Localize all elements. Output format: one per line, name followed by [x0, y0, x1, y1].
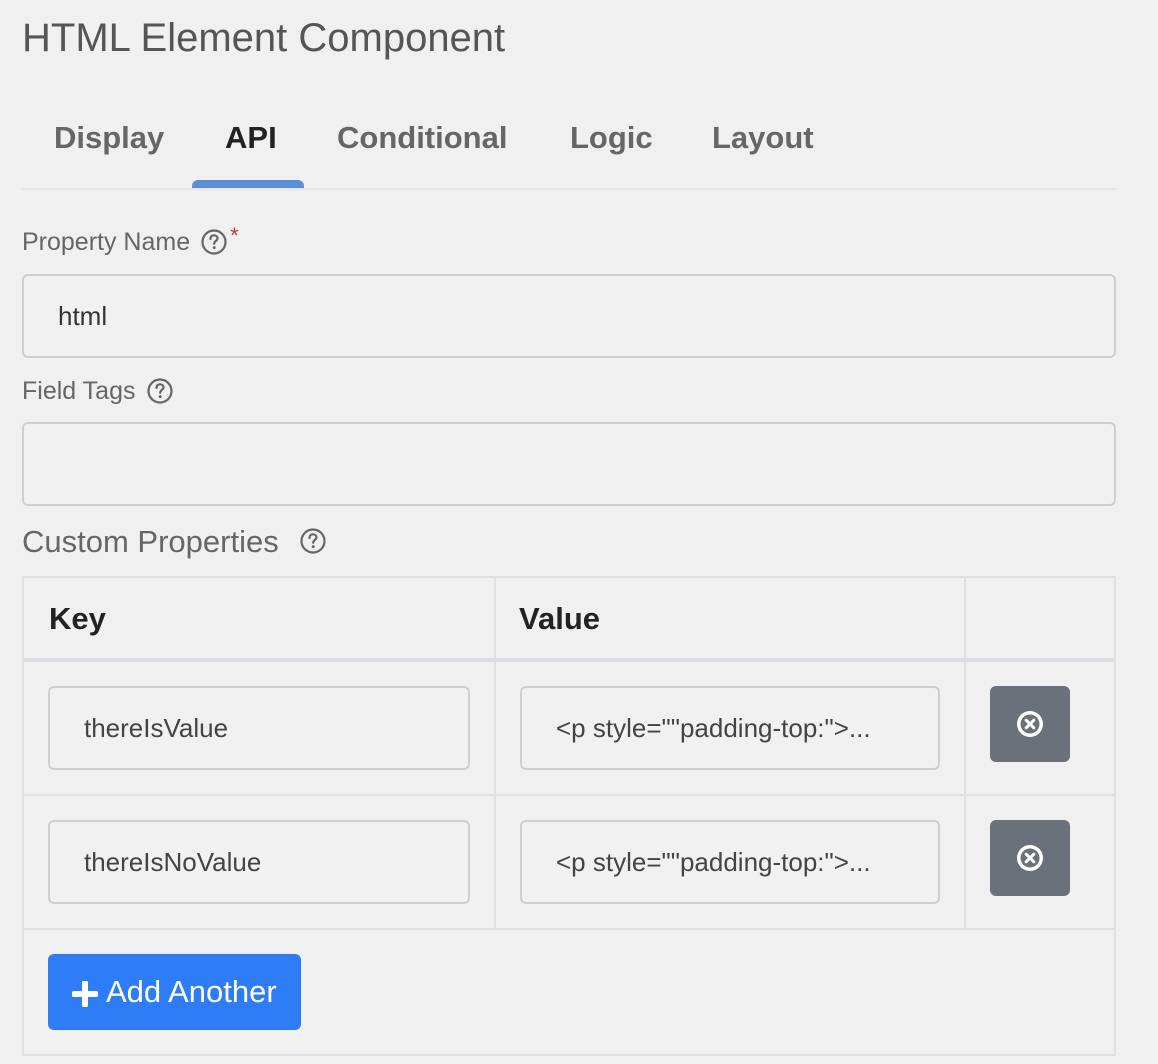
column-divider — [494, 578, 496, 930]
tab-logic[interactable]: Logic — [570, 118, 653, 158]
column-divider — [964, 578, 966, 930]
value-input[interactable]: <p style=""padding-top:">... — [520, 686, 940, 770]
custom-properties-table: Key Value thereIsValue <p style=""paddin… — [22, 576, 1116, 1056]
tab-api[interactable]: API — [225, 118, 277, 158]
question-circle-icon[interactable] — [146, 377, 174, 405]
question-circle-icon[interactable] — [200, 228, 228, 256]
page: HTML Element Component Display API Condi… — [0, 0, 1158, 1064]
page-title: HTML Element Component — [22, 16, 506, 60]
required-asterisk: * — [230, 223, 239, 248]
key-input[interactable]: thereIsValue — [48, 686, 470, 770]
field-tags-label: Field Tags — [22, 377, 136, 405]
remove-row-button[interactable] — [990, 820, 1070, 896]
custom-properties-label: Custom Properties — [22, 524, 279, 559]
property-name-label: Property Name — [22, 228, 191, 256]
plus-icon — [71, 979, 99, 1008]
key-input[interactable]: thereIsNoValue — [48, 820, 470, 904]
add-another-label: Add Another — [106, 974, 277, 1009]
value-input[interactable]: <p style=""padding-top:">... — [520, 820, 940, 904]
column-header-value: Value — [519, 601, 600, 636]
property-name-label-row: Property Name * — [22, 223, 239, 258]
times-circle-icon — [1017, 711, 1043, 737]
add-another-button[interactable]: Add Another — [48, 954, 301, 1030]
column-header-key: Key — [49, 601, 106, 636]
question-circle-icon[interactable] — [299, 525, 327, 554]
row-divider — [24, 794, 1114, 796]
tab-display[interactable]: Display — [54, 118, 164, 158]
property-name-input[interactable] — [22, 274, 1116, 358]
times-circle-icon — [1017, 845, 1043, 871]
field-tags-label-row: Field Tags — [22, 375, 174, 407]
tab-layout[interactable]: Layout — [712, 118, 814, 158]
field-tags-input[interactable] — [22, 422, 1116, 506]
tab-bar: Display API Conditional Logic Layout — [22, 100, 1116, 190]
remove-row-button[interactable] — [990, 686, 1070, 762]
custom-properties-label-row: Custom Properties — [22, 522, 327, 562]
active-tab-indicator — [192, 180, 304, 188]
tab-conditional[interactable]: Conditional — [337, 118, 507, 158]
row-divider — [24, 928, 1114, 930]
header-divider — [24, 658, 1114, 662]
